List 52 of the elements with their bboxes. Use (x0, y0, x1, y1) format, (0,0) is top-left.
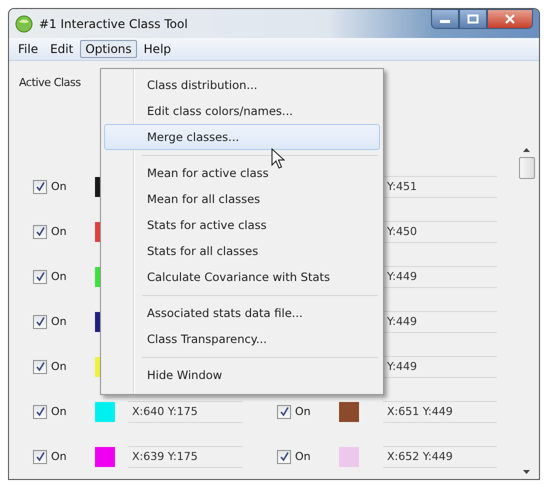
on-checkbox[interactable]: On (33, 360, 67, 374)
menu-option[interactable]: Class distribution... (104, 72, 380, 98)
checkmark-icon (34, 316, 46, 327)
menu-option[interactable]: Edit class colors/names... (104, 98, 380, 124)
checkmark-icon (34, 181, 46, 192)
scroll-down-icon[interactable] (522, 469, 531, 475)
on-checkbox[interactable]: On (33, 224, 67, 238)
menu-option[interactable]: Mean for active class (104, 160, 380, 186)
menu-option[interactable]: Stats for all classes (104, 238, 380, 264)
on-checkbox[interactable]: On (277, 404, 311, 418)
maximize-icon (467, 14, 479, 24)
checkmark-icon (34, 361, 46, 372)
coordinate-field: X:652 Y:449 (383, 446, 497, 468)
close-icon (504, 14, 516, 24)
menu-option[interactable]: Associated stats data file... (104, 300, 380, 326)
maximize-button[interactable] (459, 9, 487, 29)
window-title: #1 Interactive Class Tool (39, 16, 188, 31)
active-class-label: Active Class (19, 76, 81, 89)
checkmark-icon (34, 406, 46, 417)
close-button[interactable] (487, 9, 533, 29)
checkmark-icon (34, 226, 46, 237)
menu-option[interactable]: Calculate Covariance with Stats (104, 264, 380, 290)
menu-item[interactable]: Help (138, 40, 176, 58)
on-checkbox[interactable]: On (33, 180, 67, 194)
on-checkbox[interactable]: On (33, 314, 67, 328)
color-swatch[interactable] (95, 446, 115, 466)
on-checkbox[interactable]: On (33, 270, 67, 284)
menu-option[interactable]: Class Transparency... (104, 326, 380, 352)
scroll-up-icon[interactable] (522, 147, 531, 153)
coordinate-field: X:640 Y:175 (128, 400, 242, 422)
color-swatch[interactable] (339, 402, 359, 422)
minimize-button[interactable] (431, 9, 459, 29)
menu-option[interactable]: Stats for active class (104, 212, 380, 238)
menu-option[interactable]: Mean for all classes (104, 186, 380, 212)
coordinate-field: X:651 Y:449 (383, 400, 497, 422)
on-checkbox[interactable]: On (33, 404, 67, 418)
checkmark-icon (278, 406, 290, 417)
scroll-thumb[interactable] (518, 157, 534, 179)
color-swatch[interactable] (339, 446, 359, 466)
menu-option[interactable]: Merge classes... (104, 124, 380, 150)
menu-item[interactable]: Options (80, 40, 137, 58)
coordinate-field: X:639 Y:175 (128, 446, 242, 468)
on-checkbox[interactable]: On (33, 450, 67, 464)
checkmark-icon (34, 271, 46, 282)
checkmark-icon (34, 451, 46, 462)
menu-option[interactable]: Hide Window (104, 362, 380, 388)
menu-item[interactable]: Edit (45, 40, 78, 58)
mouse-pointer-icon (271, 148, 285, 170)
checkmark-icon (278, 451, 290, 462)
color-swatch[interactable] (95, 402, 115, 422)
on-checkbox[interactable]: On (277, 450, 311, 464)
menu-item[interactable]: File (13, 40, 44, 58)
